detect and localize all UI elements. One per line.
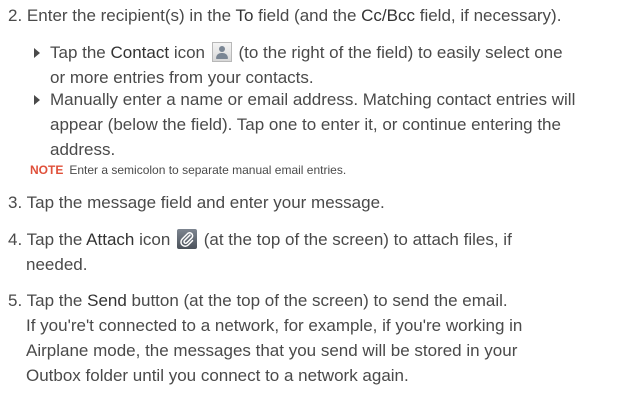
bullet-line: address. (50, 140, 116, 159)
bullet-line: Manually enter a name or email address. … (50, 90, 576, 109)
step-text: button (at the top of the screen) to sen… (126, 291, 508, 310)
step-number: 5. (8, 291, 23, 310)
step-text: Tap the (26, 230, 87, 249)
contact-label: Contact (110, 43, 170, 62)
manual-page: 2. Enter the recipient(s) in the To fiel… (0, 0, 638, 401)
step-line: If you're't connected to a network, for … (26, 316, 523, 335)
paperclip-icon (177, 229, 198, 249)
bullet-manual-entry: Manually enter a name or email address. … (30, 87, 630, 162)
step-text: Enter the recipient(s) in the (26, 6, 236, 25)
step-line: 4. Tap the Attach icon (at the top of th… (8, 227, 633, 252)
attach-label: Attach (86, 230, 135, 249)
step-number: 3. (8, 193, 23, 212)
bullet-line: Tap the Contact icon (to the right of th… (50, 40, 630, 65)
bullet-text: Tap the (50, 43, 111, 62)
step-text: Tap the (26, 291, 88, 310)
step-number: 2. (8, 6, 23, 25)
bullet-text: icon (169, 43, 210, 62)
step-line: 5. Tap the Send button (at the top of th… (8, 288, 633, 313)
step-line: needed. (26, 255, 88, 274)
step-line: Outbox folder until you connect to a net… (26, 366, 409, 385)
step-3: 3. Tap the message field and enter your … (8, 190, 633, 215)
note-label: NOTE (30, 163, 64, 177)
step-4: 4. Tap the Attach icon (at the top of th… (8, 227, 633, 277)
step-5: 5. Tap the Send button (at the top of th… (8, 288, 633, 388)
right-triangle-bullet-icon (34, 95, 40, 105)
right-triangle-bullet-icon (34, 48, 40, 58)
contact-icon (211, 42, 232, 62)
bullet-text: (to the right of the field) to easily se… (233, 43, 563, 62)
bullet-line: appear (below the field). Tap one to ent… (50, 115, 561, 134)
step-text: (at the top of the screen) to attach fil… (199, 230, 512, 249)
step-text: icon (134, 230, 176, 249)
step-2: 2. Enter the recipient(s) in the To fiel… (8, 3, 633, 28)
cc-bcc-field-label: Cc/Bcc (361, 6, 415, 25)
send-label: Send (87, 291, 127, 310)
step-text: Tap the message field and enter your mes… (26, 193, 385, 212)
to-field-label: To (235, 6, 254, 25)
step-line: Airplane mode, the messages that you sen… (26, 341, 518, 360)
note-text: Enter a semicolon to separate manual ema… (69, 163, 347, 177)
bullet-contact-icon: Tap the Contact icon (to the right of th… (30, 40, 630, 90)
step-number: 4. (8, 230, 23, 249)
step-text: field (and the (253, 6, 362, 25)
note: NOTE Enter a semicolon to separate manual… (30, 161, 346, 179)
step-text: field, if necessary). (415, 6, 562, 25)
